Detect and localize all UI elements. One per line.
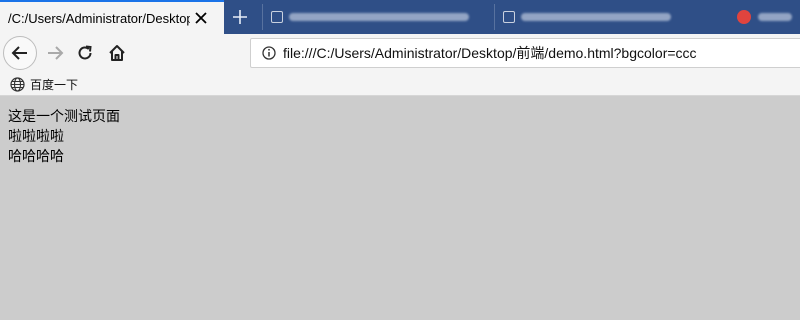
forward-arrow-icon [48,46,64,60]
back-arrow-icon [11,46,27,60]
content-line: 哈哈哈哈 [8,149,64,165]
reload-icon [78,45,92,60]
home-icon [109,45,125,61]
page-content: 这是一个测试页面 啦啦啦啦 哈哈哈哈 [8,107,120,167]
bookmarks-bar: 百度一下 [0,72,800,96]
blurred-tab-title [289,13,469,21]
nav-toolbar: file:///C:/Users/Administrator/Desktop/前… [0,34,800,72]
page-icon [503,11,515,23]
background-tab[interactable] [262,4,492,30]
globe-icon [10,76,25,92]
content-line: 啦啦啦啦 [8,129,64,145]
site-info-icon[interactable] [255,39,283,67]
background-tab[interactable] [494,4,724,30]
bookmark-baidu[interactable]: 百度一下 [10,74,78,94]
new-tab-button[interactable] [228,4,252,30]
page-icon [271,11,283,23]
blurred-tab-title [521,13,671,21]
tab-strip: /C:/Users/Administrator/Desktop [0,0,800,34]
site-favicon-icon [737,10,751,24]
blurred-tab-title [758,13,792,21]
content-line: 这是一个测试页面 [8,109,120,125]
url-text[interactable]: file:///C:/Users/Administrator/Desktop/前… [283,43,697,63]
reload-button[interactable] [68,36,102,70]
tab-title: /C:/Users/Administrator/Desktop [8,10,190,26]
active-tab[interactable]: /C:/Users/Administrator/Desktop [0,0,224,34]
address-bar[interactable]: file:///C:/Users/Administrator/Desktop/前… [250,38,800,68]
forward-button[interactable] [38,36,72,70]
home-button[interactable] [100,36,134,70]
bookmark-label: 百度一下 [30,77,79,92]
close-tab-icon[interactable] [190,7,212,29]
back-button[interactable] [3,36,37,70]
